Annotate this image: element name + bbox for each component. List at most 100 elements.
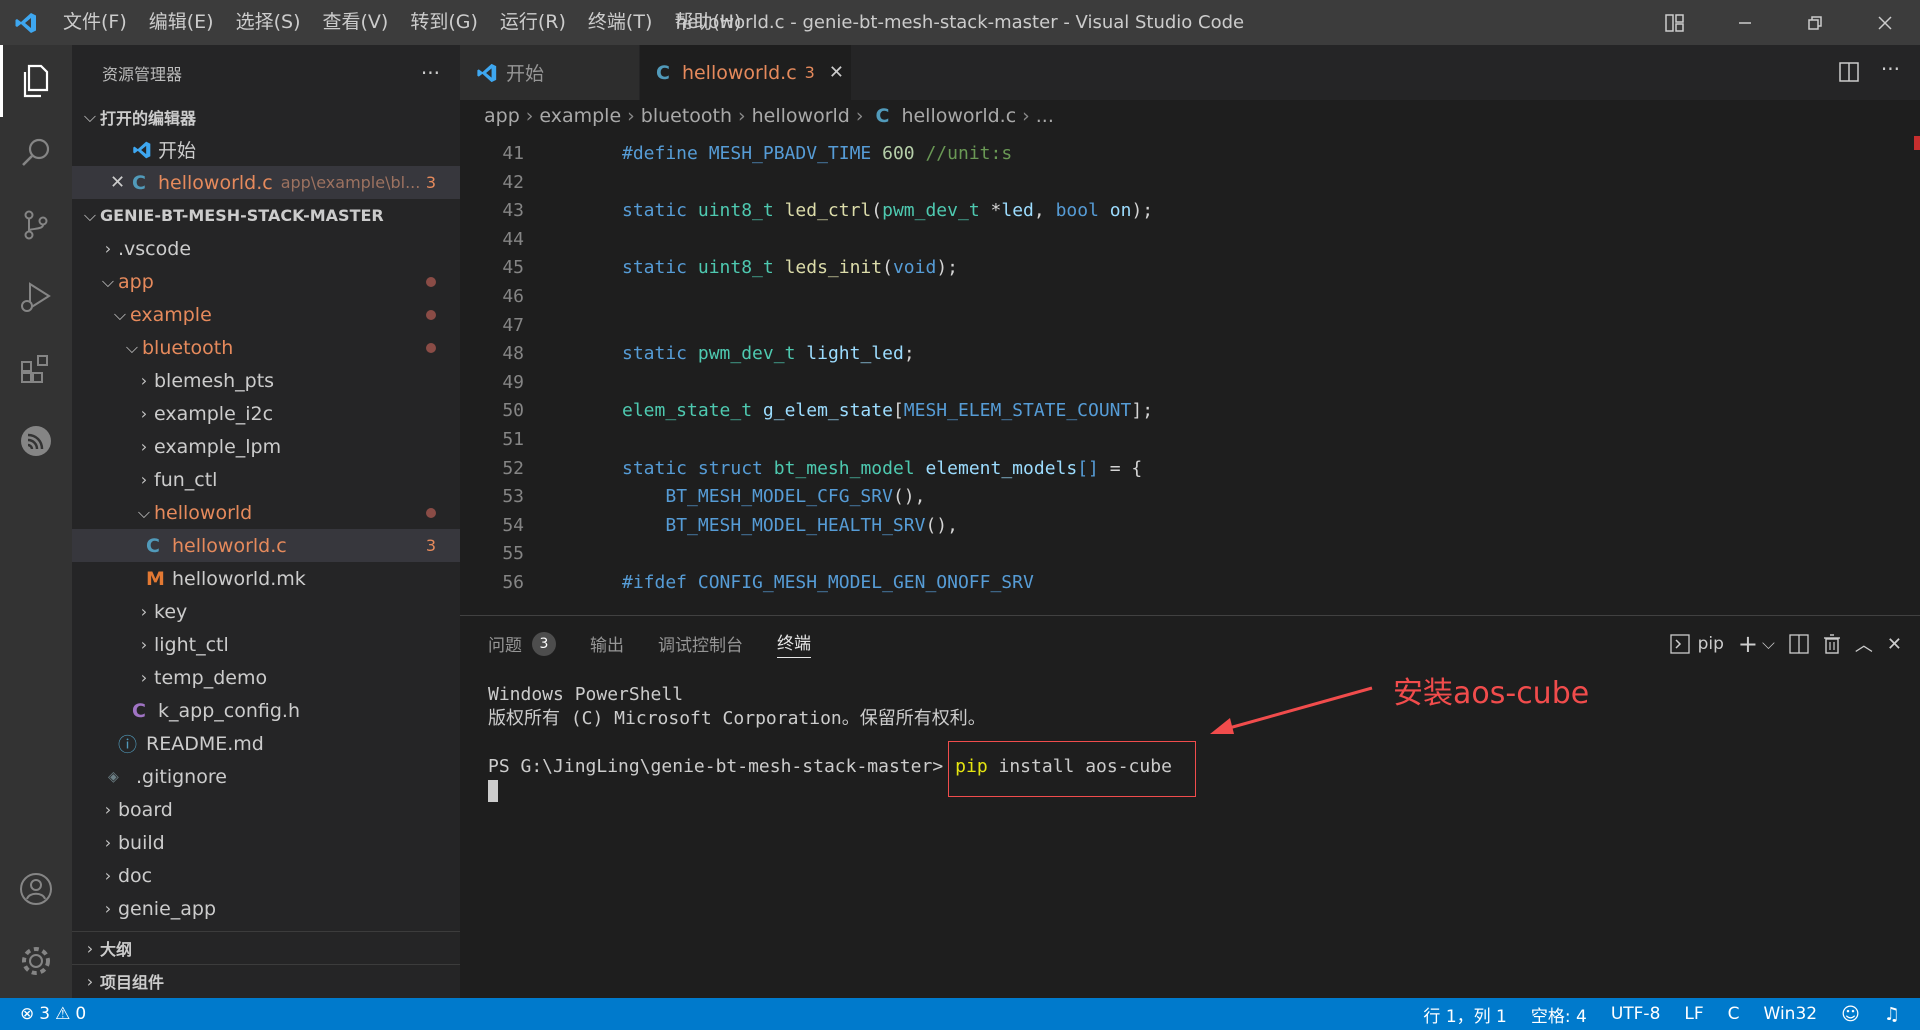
menu-bar: 文件(F) 编辑(E) 选择(S) 查看(V) 转到(G) 运行(R) 终端(T…: [52, 0, 752, 45]
menu-view[interactable]: 查看(V): [312, 0, 400, 45]
notifications-bell-icon[interactable]: ♫: [1884, 1004, 1900, 1025]
indentation[interactable]: 空格: 4: [1531, 1002, 1587, 1027]
tree-folder[interactable]: › doc: [72, 859, 460, 892]
breadcrumb-item[interactable]: example: [539, 105, 621, 127]
close-icon[interactable]: ✕: [829, 62, 844, 83]
close-button[interactable]: [1850, 0, 1920, 45]
tree-folder[interactable]: ⌵ bluetooth: [72, 331, 460, 364]
chevron-right-icon: ›: [86, 938, 94, 958]
maximize-panel-icon[interactable]: ︿: [1855, 631, 1873, 657]
search-icon[interactable]: [0, 117, 72, 189]
end-of-line[interactable]: LF: [1684, 1004, 1703, 1024]
menu-edit[interactable]: 编辑(E): [138, 0, 225, 45]
encoding[interactable]: UTF-8: [1611, 1004, 1661, 1024]
source-control-icon[interactable]: [0, 189, 72, 261]
code-editor[interactable]: 41 #define MESH_PBADV_TIME 600 //unit:s 4…: [460, 132, 1920, 615]
account-icon[interactable]: [0, 853, 72, 925]
tree-folder[interactable]: ⌵ helloworld: [72, 496, 460, 529]
components-section[interactable]: › 项目组件: [72, 964, 460, 997]
tab-output[interactable]: 输出: [590, 631, 624, 656]
breadcrumb-item[interactable]: ...: [1036, 105, 1054, 127]
tree-label: README.md: [146, 732, 264, 755]
problems-status[interactable]: ⊗ 3 ⚠ 0: [20, 1004, 86, 1024]
open-editor-item[interactable]: 开始: [72, 133, 460, 166]
tab-terminal[interactable]: 终端: [777, 629, 811, 658]
tab-welcome[interactable]: 开始: [460, 45, 640, 100]
info-icon: ⓘ: [118, 734, 138, 756]
trash-icon[interactable]: [1823, 634, 1841, 654]
settings-gear-icon[interactable]: [0, 925, 72, 997]
tree-folder[interactable]: › blemesh_pts: [72, 364, 460, 397]
more-actions-button[interactable]: ···: [421, 61, 440, 85]
tree-folder[interactable]: › temp_demo: [72, 661, 460, 694]
tab-helloworld-c[interactable]: C helloworld.c 3 ✕: [640, 45, 852, 100]
tree-file-active[interactable]: Chelloworld.c 3: [72, 529, 460, 562]
tree-file[interactable]: ⓘ README.md: [72, 727, 460, 760]
run-debug-icon[interactable]: [0, 261, 72, 333]
line-number: 52: [502, 457, 524, 479]
split-editor-icon[interactable]: [1838, 61, 1860, 87]
explorer-files-icon[interactable]: [0, 45, 72, 117]
close-icon[interactable]: ✕: [110, 172, 132, 193]
editor-tab-bar: 开始 C helloworld.c 3 ✕ ···: [460, 45, 1920, 100]
more-actions-icon[interactable]: ···: [1881, 57, 1900, 81]
tab-debug-console[interactable]: 调试控制台: [658, 631, 743, 656]
split-terminal-icon[interactable]: [1789, 634, 1809, 654]
menu-go[interactable]: 转到(G): [399, 0, 489, 45]
tab-label: 问题: [488, 636, 522, 656]
terminal-select[interactable]: pip: [1698, 634, 1724, 654]
menu-help[interactable]: 帮助(H): [663, 0, 752, 45]
breadcrumb-item[interactable]: helloworld.c: [901, 105, 1016, 127]
close-panel-icon[interactable]: ✕: [1887, 634, 1902, 655]
tree-folder[interactable]: › light_ctl: [72, 628, 460, 661]
project-section[interactable]: ⌵ GENIE-BT-MESH-STACK-MASTER: [72, 199, 460, 232]
breadcrumb-item[interactable]: bluetooth: [641, 105, 732, 127]
chevron-down-icon[interactable]: ⌵: [1762, 634, 1775, 654]
tree-folder[interactable]: › fun_ctl: [72, 463, 460, 496]
tree-file[interactable]: Ck_app_config.h: [72, 694, 460, 727]
tree-folder[interactable]: › example_lpm: [72, 430, 460, 463]
minimize-button[interactable]: [1710, 0, 1780, 45]
platform[interactable]: Win32: [1764, 1004, 1818, 1024]
chevron-right-icon: ›: [104, 800, 112, 819]
breadcrumb-item[interactable]: app: [484, 105, 520, 127]
tree-folder[interactable]: › board: [72, 793, 460, 826]
tree-folder[interactable]: › key: [72, 595, 460, 628]
chevron-right-icon: ›: [525, 105, 534, 127]
tree-folder[interactable]: ⌵ app: [72, 265, 460, 298]
tree-folder[interactable]: › genie_app: [72, 892, 460, 925]
tree-folder[interactable]: › .vscode: [72, 232, 460, 265]
restore-button[interactable]: [1780, 0, 1850, 45]
tree-folder[interactable]: › example_i2c: [72, 397, 460, 430]
open-editors-section[interactable]: ⌵ 打开的编辑器: [72, 100, 460, 133]
tree-label: build: [118, 831, 165, 854]
feedback-icon[interactable]: ☺: [1841, 1004, 1860, 1025]
new-terminal-icon[interactable]: +: [1738, 630, 1758, 658]
menu-run[interactable]: 运行(R): [489, 0, 577, 45]
layout-toggle-icon[interactable]: [1640, 0, 1710, 45]
menu-terminal[interactable]: 终端(T): [577, 0, 663, 45]
cursor-position[interactable]: 行 1，列 1: [1423, 1002, 1506, 1027]
tree-folder[interactable]: ⌵ example: [72, 298, 460, 331]
menu-selection[interactable]: 选择(S): [225, 0, 312, 45]
tree-folder[interactable]: › build: [72, 826, 460, 859]
tree-label: example_i2c: [154, 402, 274, 425]
breadcrumb-item[interactable]: helloworld: [752, 105, 850, 127]
language-mode[interactable]: C: [1728, 1004, 1740, 1024]
tab-problems[interactable]: 问题 3: [488, 631, 556, 656]
extensions-icon[interactable]: [0, 333, 72, 405]
terminal-cursor: [488, 779, 1920, 803]
annotation-box: [948, 741, 1196, 797]
tree-file[interactable]: ◈ .gitignore: [72, 760, 460, 793]
vscode-logo-icon: [0, 0, 52, 45]
espressif-icon[interactable]: [0, 405, 72, 477]
outline-section[interactable]: › 大纲: [72, 931, 460, 964]
tree-file[interactable]: Mhelloworld.mk: [72, 562, 460, 595]
menu-file[interactable]: 文件(F): [52, 0, 138, 45]
open-editor-item[interactable]: ✕ C helloworld.c app\example\bl... 3: [72, 166, 460, 199]
